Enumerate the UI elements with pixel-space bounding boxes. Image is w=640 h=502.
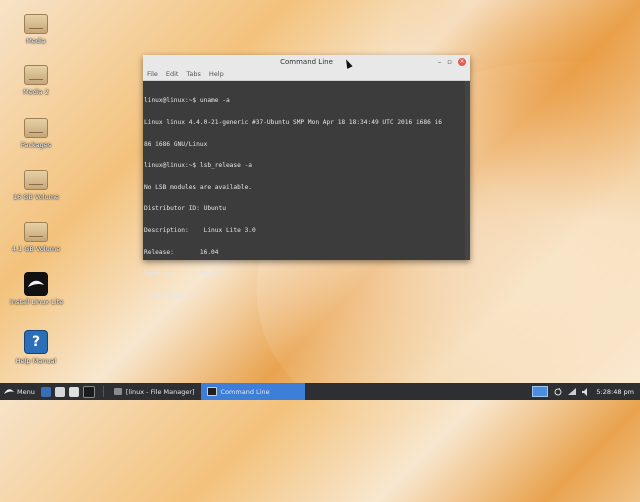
terminal-prompt: linux@linux:~$ (144, 291, 197, 299)
desktop-icon-16gb-volume[interactable]: 16 GB Volume (10, 170, 62, 201)
menu-button[interactable]: Menu (0, 383, 41, 400)
network-icon[interactable] (568, 387, 577, 396)
desktop-icon-label: Media 2 (23, 88, 49, 96)
task-label: Command Line (220, 387, 270, 396)
drive-icon (24, 170, 48, 190)
menu-help[interactable]: Help (209, 69, 224, 80)
minimize-icon[interactable]: – (438, 55, 442, 69)
drive-icon (24, 118, 48, 138)
help-icon: ? (24, 330, 48, 354)
terminal-icon (206, 387, 217, 396)
close-icon[interactable]: × (458, 58, 466, 66)
terminal-output[interactable]: linux@linux:~$ uname -a Linux linux 4.4.… (143, 81, 470, 316)
task-label: [linux - File Manager] (125, 387, 195, 396)
window-titlebar[interactable]: Command Line – ▫ × (143, 55, 470, 69)
taskbar: Menu [linux - File Manager] Command Line… (0, 383, 640, 400)
task-file-manager[interactable]: [linux - File Manager] (108, 383, 201, 400)
browser-icon[interactable] (54, 386, 65, 397)
linux-lite-icon (4, 389, 14, 394)
system-tray: 5:28:48 pm (532, 383, 640, 400)
desktop-icon-4gb-volume[interactable]: 4.1 GB Volume (10, 222, 62, 253)
terminal-line: Release: 16.04 (144, 248, 219, 256)
desktop-icon-media-2[interactable]: Media 2 (10, 65, 62, 96)
terminal-window[interactable]: Command Line – ▫ × File Edit Tabs Help l… (143, 55, 470, 299)
terminal-line: 86 i686 GNU/Linux (144, 140, 208, 148)
mail-icon[interactable] (68, 386, 79, 397)
taskbar-divider (102, 386, 104, 397)
terminal-scrollbar[interactable] (465, 81, 470, 260)
window-title: Command Line (280, 58, 333, 66)
desktop-icon-label: 16 GB Volume (12, 193, 60, 201)
linux-lite-icon (24, 272, 48, 296)
workspace-switcher[interactable] (532, 386, 549, 397)
menu-tabs[interactable]: Tabs (186, 69, 200, 80)
menu-edit[interactable]: Edit (166, 69, 179, 80)
terminal-icon[interactable] (82, 385, 95, 398)
clock[interactable]: 5:28:48 pm (596, 388, 634, 396)
maximize-icon[interactable]: ▫ (447, 55, 452, 69)
file-manager-icon[interactable] (40, 386, 51, 397)
terminal-line: Codename: xenial (144, 270, 223, 278)
desktop-icon-label: 4.1 GB Volume (11, 245, 61, 253)
drive-icon (24, 14, 48, 34)
drive-icon (24, 65, 48, 85)
folder-icon (113, 388, 122, 395)
desktop-icon-install-linux-lite[interactable]: Install Linux Lite (10, 272, 64, 306)
menu-label: Menu (17, 387, 35, 396)
desktop-icon-label: Help Manual (15, 357, 57, 365)
terminal-line: No LSB modules are available. (144, 183, 253, 191)
update-icon[interactable] (554, 387, 562, 396)
volume-icon[interactable] (582, 387, 590, 396)
desktop-icon-packages[interactable]: Packages (10, 118, 62, 149)
desktop-icon-label: Packages (20, 141, 52, 149)
terminal-line: linux@linux:~$ lsb_release -a (144, 162, 253, 170)
desktop-icon-media[interactable]: Media (10, 14, 62, 45)
drive-icon (24, 222, 48, 242)
terminal-line: Description: Linux Lite 3.0 (144, 227, 256, 235)
terminal-line: Linux linux 4.4.0-21-generic #37-Ubuntu … (144, 119, 443, 127)
menu-bar: File Edit Tabs Help (143, 69, 470, 81)
task-command-line[interactable]: Command Line (200, 383, 305, 400)
terminal-line: linux@linux:~$ uname -a (144, 97, 230, 105)
desktop-icon-label: Install Linux Lite (10, 298, 64, 306)
terminal-line: Distributor ID: Ubuntu (144, 205, 226, 213)
menu-file[interactable]: File (147, 69, 158, 80)
desktop-icon-label: Media (26, 37, 46, 45)
desktop-icon-help-manual[interactable]: ? Help Manual (10, 330, 62, 365)
